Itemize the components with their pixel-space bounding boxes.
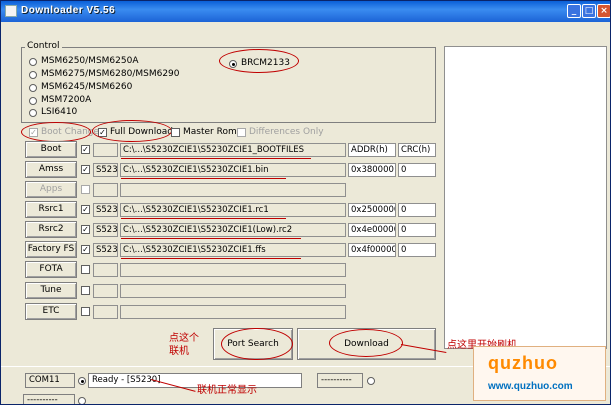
ready-status-field: Ready - [S5230] xyxy=(88,373,302,388)
status-slot-2: ---------- xyxy=(317,373,363,388)
title-bar: Downloader V5.56 _ □ × xyxy=(1,1,610,22)
annotation-click-this-2: 联机 xyxy=(169,346,189,357)
etc-tag xyxy=(93,305,118,319)
boot-tag xyxy=(93,143,118,157)
rsrc2-crc: 0 xyxy=(398,223,436,237)
tune-button[interactable]: Tune xyxy=(25,282,77,299)
amss-tag: S5230 xyxy=(93,163,118,177)
tune-path xyxy=(120,284,346,298)
tune-checkbox[interactable] xyxy=(81,286,90,295)
window-title: Downloader V5.56 xyxy=(21,5,116,16)
control-legend: Control xyxy=(25,41,62,51)
status-slot-3-radio xyxy=(78,397,86,404)
apps-checkbox[interactable] xyxy=(81,185,90,194)
chip-label-lsi6410: LSI6410 xyxy=(41,107,78,117)
boot-path: C:\...\S5230ZCIE1\S5230ZCIE1_BOOTFILES xyxy=(120,143,346,157)
chip-label-msm6275: MSM6275/MSM6280/MSM6290 xyxy=(41,69,180,79)
app-icon xyxy=(5,5,17,17)
close-button[interactable]: × xyxy=(597,4,610,18)
chip-radio-msm7200a[interactable] xyxy=(29,97,37,105)
crc-header: CRC(h) xyxy=(398,143,436,157)
minimize-button[interactable]: _ xyxy=(567,4,581,18)
annotation-circle-full-download xyxy=(92,120,172,142)
boot-checkbox[interactable]: ✓ xyxy=(81,145,90,154)
rsrc1-checkbox[interactable]: ✓ xyxy=(81,205,90,214)
annotation-circle-brcm xyxy=(219,49,299,73)
rsrc1-crc: 0 xyxy=(398,203,436,217)
factory-fs-checkbox[interactable]: ✓ xyxy=(81,245,90,254)
quzhuo-url: www.quzhuo.com xyxy=(488,381,573,392)
etc-button[interactable]: ETC xyxy=(25,303,77,320)
rsrc2-button[interactable]: Rsrc2 xyxy=(25,221,77,238)
factory-fs-button[interactable]: Factory FS xyxy=(25,241,77,258)
chip-label-msm6250: MSM6250/MSM6250A xyxy=(41,56,139,66)
rsrc1-tag: S5230 xyxy=(93,203,118,217)
annotation-circle-boot-change xyxy=(21,122,91,142)
master-rom-checkbox[interactable] xyxy=(171,128,180,137)
addr-header: ADDR(h) xyxy=(348,143,396,157)
quzhuo-logo: quzhuo xyxy=(488,353,558,373)
master-rom-label: Master Rom xyxy=(183,127,237,137)
log-panel xyxy=(444,46,607,349)
fota-tag xyxy=(93,263,118,277)
factory-fs-path: C:\...\S5230ZCIE1\S5230ZCIE1.ffs xyxy=(120,243,346,257)
rsrc2-addr: 0x4e00000 xyxy=(348,223,396,237)
annotation-underline-boot xyxy=(121,158,311,159)
fota-path xyxy=(120,263,346,277)
rsrc1-addr: 0x2500000 xyxy=(348,203,396,217)
factory-fs-crc: 0 xyxy=(398,243,436,257)
chip-label-msm6245: MSM6245/MSM6260 xyxy=(41,82,133,92)
factory-fs-tag: S5230 xyxy=(93,243,118,257)
annotation-connected-ok: 联机正常显示 xyxy=(197,385,257,396)
annotation-underline-rsrc1 xyxy=(121,218,286,219)
factory-fs-addr: 0x4f00000 xyxy=(348,243,396,257)
status-slot-3: ---------- xyxy=(23,394,75,404)
downloader-window: Downloader V5.56 _ □ × Control MSM6250/M… xyxy=(0,0,611,405)
apps-button[interactable]: Apps xyxy=(25,181,77,198)
chip-radio-msm6245[interactable] xyxy=(29,84,37,92)
fota-checkbox[interactable] xyxy=(81,265,90,274)
amss-crc: 0 xyxy=(398,163,436,177)
status-slot-2-radio xyxy=(367,377,375,385)
amss-addr: 0x380000 xyxy=(348,163,396,177)
rsrc2-checkbox[interactable]: ✓ xyxy=(81,225,90,234)
annotation-underline-factory-fs xyxy=(121,258,301,259)
amss-checkbox[interactable]: ✓ xyxy=(81,165,90,174)
tune-tag xyxy=(93,284,118,298)
rsrc2-tag: S5230 xyxy=(93,223,118,237)
rsrc1-button[interactable]: Rsrc1 xyxy=(25,201,77,218)
port-status-radio xyxy=(78,377,86,385)
differences-only-label: Differences Only xyxy=(249,127,324,137)
quzhuo-watermark: quzhuo www.quzhuo.com xyxy=(473,346,606,401)
apps-tag xyxy=(93,183,118,197)
chip-radio-lsi6410[interactable] xyxy=(29,109,37,117)
chip-radio-msm6250[interactable] xyxy=(29,58,37,66)
amss-button[interactable]: Amss xyxy=(25,161,77,178)
etc-path xyxy=(120,305,346,319)
annotation-underline-amss xyxy=(121,178,286,179)
apps-path xyxy=(120,183,346,197)
fota-button[interactable]: FOTA xyxy=(25,261,77,278)
boot-button[interactable]: Boot xyxy=(25,141,77,158)
etc-checkbox[interactable] xyxy=(81,307,90,316)
amss-path: C:\...\S5230ZCIE1\S5230ZCIE1.bin xyxy=(120,163,346,177)
chip-radio-msm6275[interactable] xyxy=(29,71,37,79)
chip-label-msm7200a: MSM7200A xyxy=(41,95,92,105)
annotation-circle-port-search xyxy=(221,328,293,360)
differences-only-checkbox[interactable] xyxy=(237,128,246,137)
com-port-box: COM11 xyxy=(25,373,75,388)
maximize-button[interactable]: □ xyxy=(582,4,596,18)
rsrc1-path: C:\...\S5230ZCIE1\S5230ZCIE1.rc1 xyxy=(120,203,346,217)
rsrc2-path: C:\...\S5230ZCIE1\S5230ZCIE1(Low).rc2 xyxy=(120,223,346,237)
annotation-circle-download xyxy=(329,329,403,357)
annotation-underline-rsrc2 xyxy=(121,238,301,239)
